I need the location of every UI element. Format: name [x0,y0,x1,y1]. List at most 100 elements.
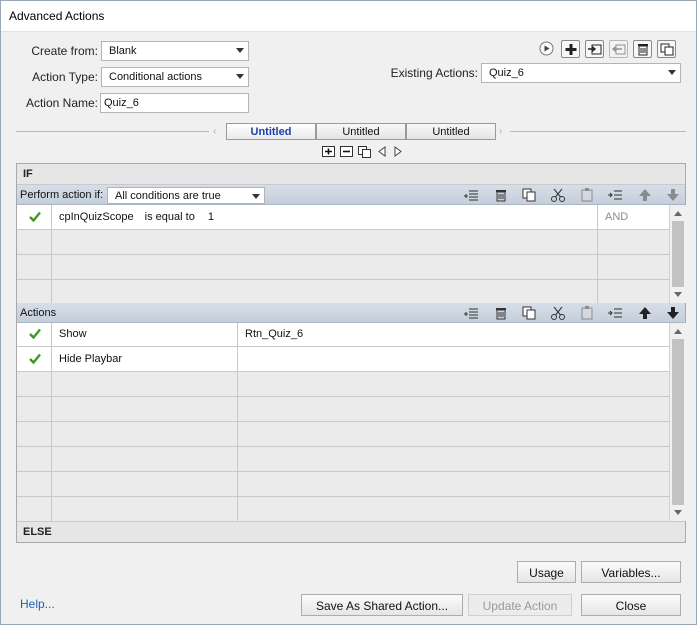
condition-row-empty[interactable] [17,255,669,280]
action-row-empty[interactable] [17,472,669,497]
copy-row-icon[interactable] [521,305,537,321]
insert-row-icon[interactable] [463,305,479,321]
insert-row-below-icon[interactable] [607,187,623,203]
separator-left [16,131,209,132]
help-link[interactable]: Help... [20,597,55,611]
action-target-cell[interactable]: Rtn_Quiz_6 [238,323,669,346]
existing-actions-dropdown[interactable]: Quiz_6 [481,63,681,83]
usage-button[interactable]: Usage [517,561,576,583]
add-icon[interactable] [561,40,580,58]
move-up-icon[interactable] [637,187,653,203]
tab-scroll-right-icon[interactable]: › [499,126,502,137]
copy-row-icon[interactable] [521,187,537,203]
create-from-value: Blank [109,45,137,57]
paste-row-icon[interactable] [579,187,595,203]
action-row-empty[interactable] [17,422,669,447]
decision-panel: IF Perform action if: All conditions are… [16,163,686,543]
else-section-header[interactable]: ELSE [17,521,685,542]
action-target-cell[interactable] [238,347,669,371]
cut-row-icon[interactable] [550,187,566,203]
title-bar: Advanced Actions [0,0,697,32]
tab-untitled-3[interactable]: Untitled [406,123,496,140]
close-button[interactable]: Close [581,594,681,616]
save-as-shared-action-button[interactable]: Save As Shared Action... [301,594,463,616]
copy-decision-icon[interactable] [358,146,371,161]
add-decision-icon[interactable] [322,146,335,160]
action-name-label: Action Name: [25,96,98,110]
scroll-thumb[interactable] [672,339,684,505]
move-up-icon[interactable] [637,305,653,321]
scroll-up-icon[interactable] [670,205,686,221]
condition-mode-value: All conditions are true [115,190,221,202]
paste-row-icon[interactable] [579,305,595,321]
update-action-button[interactable]: Update Action [468,594,572,616]
duplicate-icon[interactable] [657,40,676,58]
action-row-empty[interactable] [17,397,669,422]
action-row-empty[interactable] [17,372,669,397]
variables-button[interactable]: Variables... [581,561,681,583]
delete-row-icon[interactable] [493,305,509,321]
insert-row-below-icon[interactable] [607,305,623,321]
tab-untitled-1[interactable]: Untitled [226,123,316,140]
action-name-cell[interactable]: Show [52,323,238,346]
action-row-empty[interactable] [17,447,669,472]
move-down-icon[interactable] [665,305,681,321]
existing-actions-label: Existing Actions: [390,66,478,80]
create-from-dropdown[interactable]: Blank [101,41,249,61]
condition-operator: is equal to [144,211,195,223]
delete-row-icon[interactable] [493,187,509,203]
action-row[interactable]: Show Rtn_Quiz_6 [17,323,669,347]
next-decision-icon[interactable] [393,146,403,160]
move-down-icon[interactable] [665,187,681,203]
condition-row-empty[interactable] [17,280,669,303]
create-from-label: Create from: [31,44,98,58]
action-type-label: Action Type: [32,70,98,84]
remove-decision-icon[interactable] [340,146,353,160]
window-title: Advanced Actions [9,9,105,23]
checkmark-icon [29,211,41,223]
previous-decision-icon[interactable] [377,146,387,160]
chevron-down-icon [246,188,264,203]
condition-check[interactable] [17,205,52,229]
scroll-down-icon[interactable] [670,505,686,521]
action-row-empty[interactable] [17,497,669,521]
actions-scrollbar[interactable] [669,323,686,521]
condition-row-empty[interactable] [17,230,669,255]
existing-actions-value: Quiz_6 [489,67,524,79]
scroll-down-icon[interactable] [670,287,686,303]
action-check[interactable] [17,323,52,346]
condition-expression[interactable]: cpInQuizScope is equal to 1 [52,205,598,229]
perform-action-label: Perform action if: [20,189,104,201]
action-check[interactable] [17,347,52,371]
condition-logic[interactable]: AND [598,205,669,229]
chevron-down-icon [662,64,680,82]
delete-icon[interactable] [633,40,652,58]
chevron-down-icon [230,42,248,60]
separator-right [510,131,686,132]
scroll-thumb[interactable] [672,221,684,287]
checkmark-icon [29,353,41,365]
action-row[interactable]: Hide Playbar [17,347,669,372]
tab-untitled-2[interactable]: Untitled [316,123,406,140]
preview-icon[interactable] [539,41,554,56]
actions-toolbar: Actions [17,303,685,323]
action-type-value: Conditional actions [109,71,202,83]
import-icon[interactable] [585,40,604,58]
condition-mode-dropdown[interactable]: All conditions are true [107,187,265,204]
insert-row-icon[interactable] [463,187,479,203]
scroll-up-icon[interactable] [670,323,686,339]
if-section-header: IF [17,164,685,185]
export-icon[interactable] [609,40,628,58]
condition-value: 1 [207,211,215,223]
action-name-cell[interactable]: Hide Playbar [52,347,238,371]
tab-scroll-left-icon[interactable]: ‹ [213,126,216,137]
if-toolbar: Perform action if: All conditions are tr… [17,185,685,205]
checkmark-icon [29,328,41,340]
action-name-field[interactable]: Quiz_6 [100,93,249,113]
conditions-scrollbar[interactable] [669,205,686,303]
chevron-down-icon [230,68,248,86]
condition-row[interactable]: cpInQuizScope is equal to 1 AND [17,205,669,230]
action-type-dropdown[interactable]: Conditional actions [101,67,249,87]
cut-row-icon[interactable] [550,305,566,321]
actions-label: Actions [20,307,57,319]
